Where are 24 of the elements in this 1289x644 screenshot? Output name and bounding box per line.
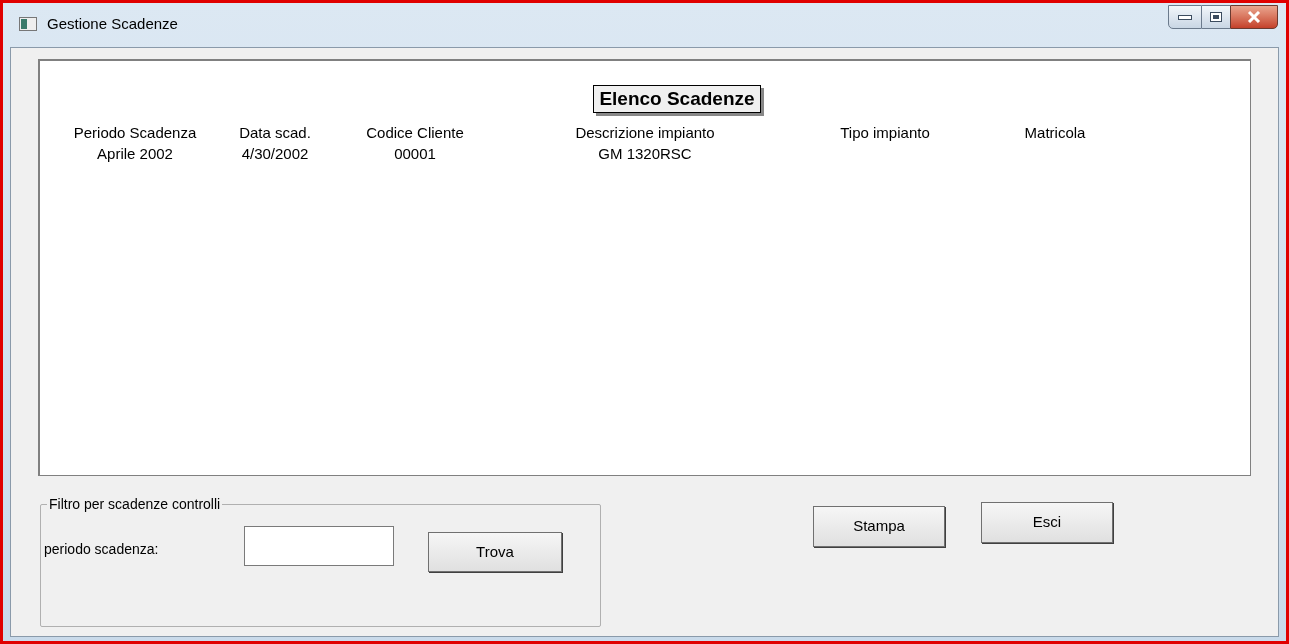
field-label: periodo scadenza:	[44, 539, 160, 559]
table-cell-text: Aprile 2002	[96, 144, 174, 164]
period-input[interactable]	[244, 526, 394, 566]
exit-button[interactable]: Esci	[981, 502, 1113, 543]
table-cell-text: GM 1320RSC	[597, 144, 693, 164]
print-button[interactable]: Stampa	[813, 506, 945, 547]
list-title: Elenco Scadenze	[593, 85, 761, 113]
column-header: Data scad.	[238, 123, 312, 143]
app-icon	[19, 17, 37, 31]
table-cell-text: 00001	[393, 144, 437, 164]
column-header: Descrizione impianto	[574, 123, 716, 143]
window-title: Gestione Scadenze	[47, 14, 178, 34]
column-header: Matricola	[1023, 123, 1087, 143]
column-header: Periodo Scadenza	[72, 123, 198, 143]
minimize-icon	[1178, 14, 1192, 20]
column-header: Tipo impianto	[839, 123, 931, 143]
maximize-button[interactable]	[1202, 5, 1230, 29]
close-icon	[1247, 11, 1261, 23]
find-button[interactable]: Trova	[428, 532, 562, 572]
maximize-icon	[1210, 12, 1222, 22]
minimize-button[interactable]	[1168, 5, 1202, 29]
close-button[interactable]	[1230, 5, 1278, 29]
table-cell-text: 4/30/2002	[240, 144, 310, 164]
column-header: Codice Cliente	[365, 123, 465, 143]
